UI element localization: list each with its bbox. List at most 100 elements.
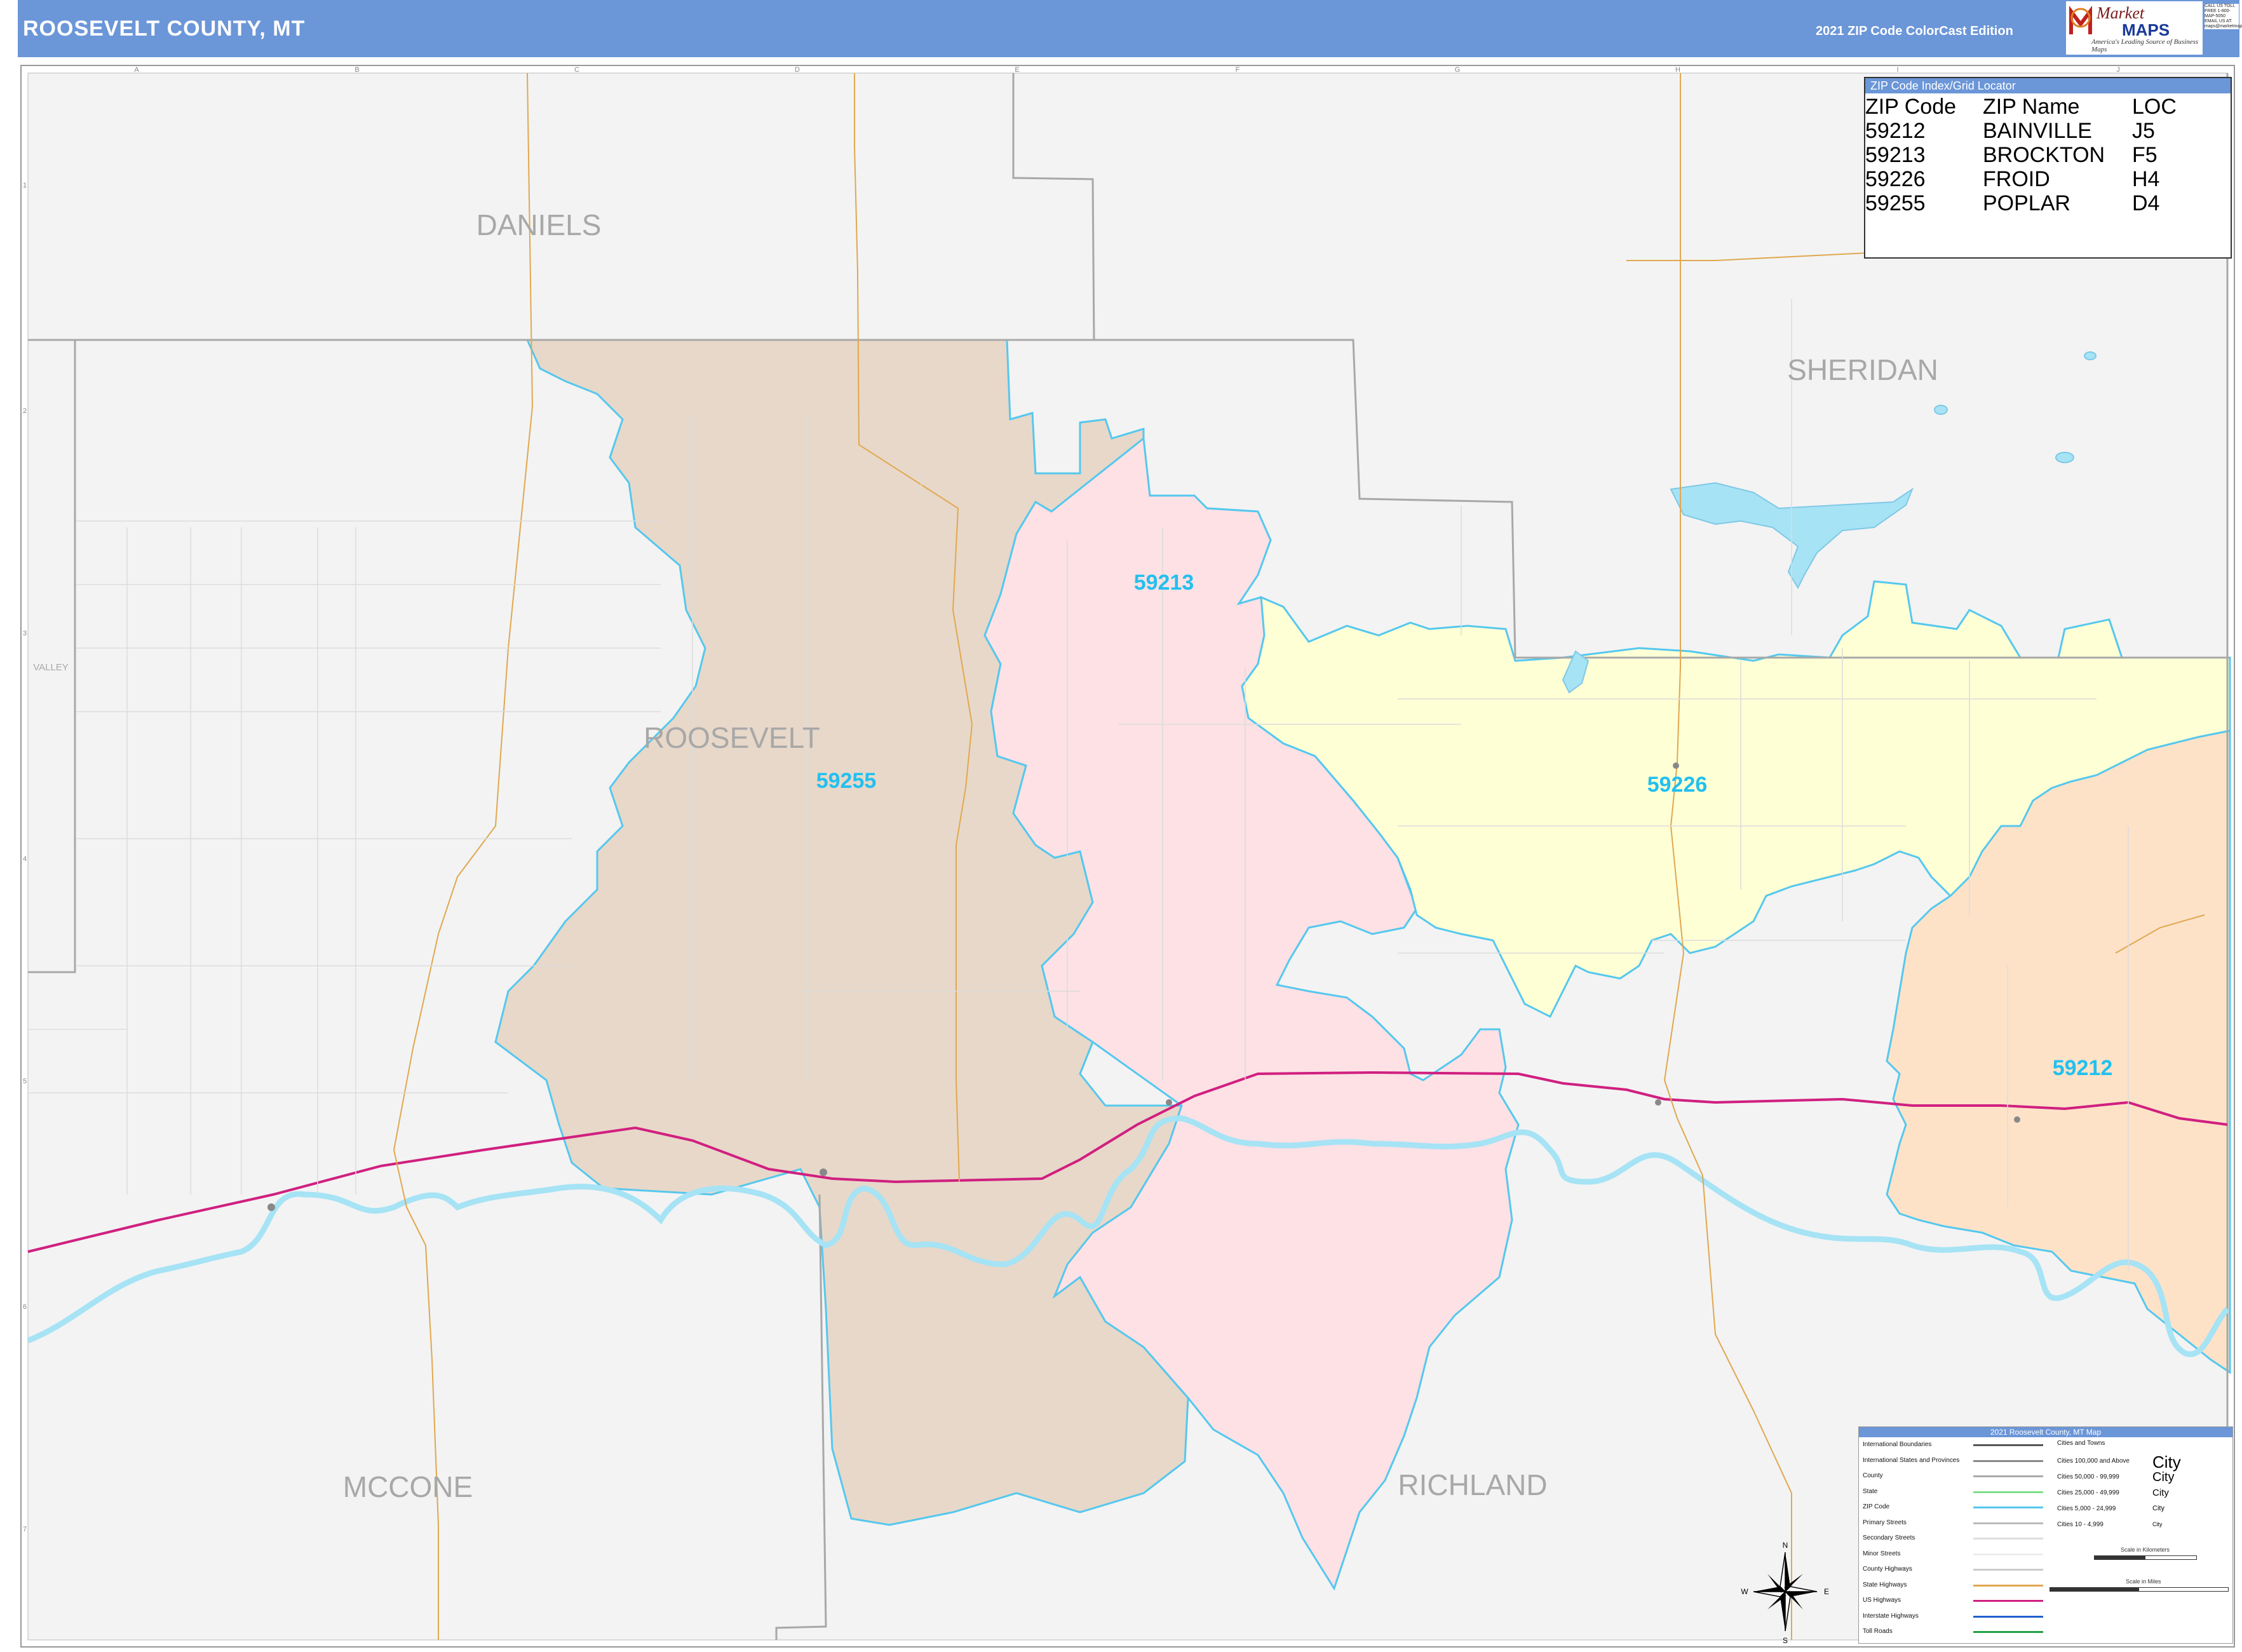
county-label-roosevelt: ROOSEVELT [644, 721, 820, 754]
legend-line-swatch [1973, 1475, 2043, 1477]
zip-label-59212: 59212 [2053, 1056, 2113, 1080]
scale-bar-mi [2050, 1587, 2229, 1592]
grid-row-label: 1 [23, 182, 27, 189]
grid-row-label: 2 [23, 407, 27, 415]
legend-row-label: International Boundaries [1863, 1441, 1932, 1448]
legend-row-label: International States and Provinces [1863, 1456, 1960, 1464]
grid-col-label: A [134, 66, 139, 74]
legend-line-swatch [1973, 1506, 2043, 1508]
zip-label-59226: 59226 [1647, 773, 1708, 797]
zip-code-cell: 59213 [1865, 143, 1926, 167]
edition-label: 2021 ZIP Code ColorCast Edition [1816, 24, 2013, 38]
legend-line-swatch [1973, 1615, 2043, 1618]
county-label-valley: VALLEY [33, 662, 69, 673]
compass-s: S [1783, 1636, 1788, 1645]
table-row: 59212 BAINVILLE J5 [1865, 119, 2177, 143]
zip-code-cell: 59212 [1865, 119, 1926, 143]
column-header: LOC [2132, 95, 2177, 119]
zip-code-index: ZIP Code Index/Grid Locator ZIP Code ZIP… [1864, 77, 2232, 259]
legend-line-swatch [1973, 1459, 2043, 1462]
grid-row-label: 6 [23, 1303, 27, 1311]
county-label-sheridan: SHERIDAN [1787, 353, 1938, 386]
legend-row-label: Interstate Highways [1863, 1612, 1919, 1620]
legend-row-label: ZIP Code [1863, 1503, 1890, 1510]
legend-city-mark: City [2152, 1505, 2164, 1512]
zip-index-title: ZIP Code Index/Grid Locator [1865, 78, 2231, 93]
legend-city-mark: City [2152, 1452, 2181, 1472]
table-header-row: ZIP Code ZIP Name LOC [1865, 95, 2177, 119]
table-row: 59255 POPLAR D4 [1865, 191, 2177, 215]
legend-row-label: Minor Streets [1863, 1550, 1901, 1557]
grid-col-label: C [574, 66, 579, 74]
legend-line-swatch [1973, 1584, 2043, 1587]
county-map[interactable]: A B C D E F G H I J 1 2 3 4 5 6 7 DANIEL… [0, 60, 2242, 1652]
logo-mark-icon [2069, 6, 2092, 34]
grid-col-label: G [1455, 66, 1461, 74]
zip-name-cell: BROCKTON [1983, 143, 2105, 167]
legend-city-mark: City [2152, 1521, 2163, 1527]
legend-line-swatch [1973, 1553, 2043, 1555]
grid-row-label: 4 [23, 855, 27, 863]
legend-city-label: Cities 10 - 4,999 [2057, 1521, 2104, 1528]
legend-line-swatch [1973, 1631, 2043, 1633]
logo-text-maps: MAPS [2122, 20, 2170, 39]
county-label-mccone: MCCONE [343, 1470, 473, 1503]
legend-line-swatch [1973, 1522, 2043, 1524]
legend-line-swatch [1973, 1600, 2043, 1602]
zip-label-59255: 59255 [816, 769, 877, 793]
grid-col-label: F [1236, 66, 1240, 74]
logo-tagline: America's Leading Source of Business Map… [2091, 38, 2199, 53]
legend-city-label: Cities 5,000 - 24,999 [2057, 1505, 2116, 1512]
market-maps-logo: Market MAPS America's Leading Source of … [2066, 1, 2203, 55]
map-legend: 2021 Roosevelt County, MT Map Internatio… [1858, 1426, 2233, 1644]
scale-mi-label: Scale in Miles [2126, 1578, 2161, 1585]
zip-label-59213: 59213 [1134, 571, 1194, 595]
legend-city-label: Cities 100,000 and Above [2057, 1458, 2130, 1465]
zip-name-cell: BAINVILLE [1983, 119, 2092, 143]
zip-code-cell: 59226 [1865, 167, 1926, 191]
scale-km-label: Scale in Kilometers [2121, 1547, 2170, 1553]
legend-city-label: Cities 25,000 - 49,999 [2057, 1489, 2119, 1496]
county-label-richland: RICHLAND [1398, 1468, 1547, 1501]
legend-city-label: Cities 50,000 - 99,999 [2057, 1473, 2119, 1480]
loc-cell: F5 [2132, 143, 2158, 167]
grid-row-label: 3 [23, 630, 27, 637]
loc-cell: D4 [2132, 191, 2160, 215]
grid-col-label: I [1896, 66, 1898, 74]
loc-cell: J5 [2132, 119, 2155, 143]
county-label-daniels: DANIELS [476, 208, 602, 241]
title-bar: ROOSEVELT COUNTY, MT 2021 ZIP Code Color… [18, 0, 2239, 57]
grid-col-label: B [355, 66, 359, 74]
legend-city-mark: City [2152, 1487, 2169, 1498]
scale-bar-km [2094, 1555, 2197, 1560]
legend-line-swatch [1973, 1538, 2043, 1540]
column-header: ZIP Name [1983, 95, 2080, 119]
table-row: 59213 BROCKTON F5 [1865, 143, 2177, 167]
zip-code-cell: 59255 [1865, 191, 1926, 215]
compass-rose-icon: N S E W [1741, 1541, 1829, 1645]
zip-name-cell: FROID [1983, 167, 2050, 191]
legend-row-label: Primary Streets [1863, 1519, 1907, 1526]
compass-e: E [1824, 1587, 1829, 1596]
legend-row-label: State Highways [1863, 1581, 1907, 1588]
legend-title: 2021 Roosevelt County, MT Map [1859, 1427, 2232, 1437]
table-row: 59226 FROID H4 [1865, 167, 2177, 191]
grid-col-label: E [1015, 66, 1019, 74]
legend-line-swatch [1973, 1444, 2043, 1446]
grid-col-label: H [1675, 66, 1680, 74]
zip-name-cell: POPLAR [1983, 191, 2070, 215]
legend-row-label: Toll Roads [1863, 1628, 1893, 1635]
legend-row-label: Secondary Streets [1863, 1534, 1915, 1541]
legend-line-swatch [1973, 1569, 2043, 1571]
zip-index-table: ZIP Code ZIP Name LOC 59212 BAINVILLE J5… [1865, 95, 2177, 215]
contact-info: CALL US TOLL FREE 1-800-MAP-5050 EMAIL U… [2205, 4, 2242, 29]
grid-row-label: 5 [23, 1078, 27, 1085]
grid-row-label: 7 [23, 1526, 27, 1533]
legend-cities-header: Cities and Towns [2057, 1440, 2105, 1447]
column-header: ZIP Code [1865, 95, 1957, 119]
legend-row-label: County Highways [1863, 1566, 1912, 1573]
legend-row-label: US Highways [1863, 1597, 1901, 1604]
legend-city-mark: City [2152, 1470, 2175, 1484]
compass-n: N [1783, 1541, 1788, 1550]
compass-w: W [1741, 1587, 1748, 1596]
